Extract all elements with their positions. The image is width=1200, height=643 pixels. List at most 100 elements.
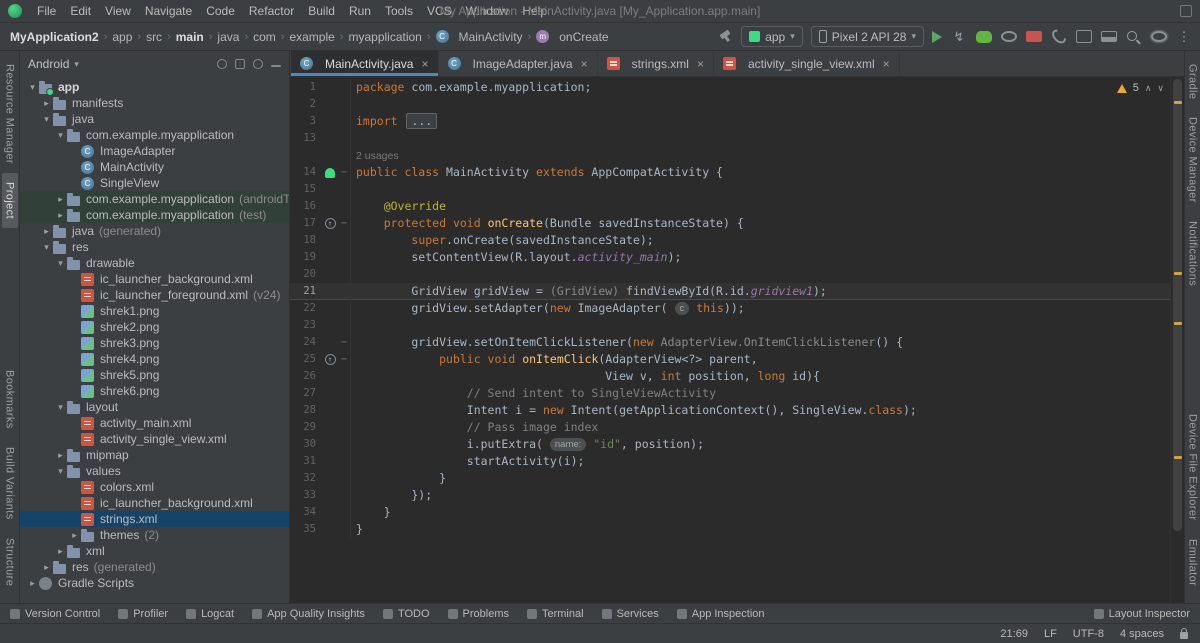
chevron-right-icon[interactable]: ▸	[40, 562, 53, 573]
tree-item-shrek2-png[interactable]: shrek2.png	[20, 319, 289, 335]
tree-item-activity-main-xml[interactable]: activity_main.xml	[20, 415, 289, 431]
tree-item-manifests[interactable]: ▸ manifests	[20, 95, 289, 111]
inspections-widget[interactable]: 5 ∧ ∨	[1116, 82, 1164, 94]
tool-stripe-build-variants[interactable]: Build Variants	[2, 438, 18, 529]
tool-stripe-gradle[interactable]: Gradle	[1185, 55, 1200, 108]
toolwindow-button-profiler[interactable]: Profiler	[118, 608, 168, 620]
menu-bar-right-icon[interactable]	[1180, 5, 1192, 17]
toolwindow-button-logcat[interactable]: Logcat	[186, 608, 234, 620]
breadcrumb-app[interactable]: app	[110, 29, 134, 45]
breadcrumb-mainactivity[interactable]: C MainActivity	[434, 29, 525, 45]
fold-marker[interactable]: −	[338, 164, 350, 181]
tree-item-java[interactable]: ▸ java (generated)	[20, 223, 289, 239]
chevron-down-icon[interactable]: ▾	[26, 82, 39, 93]
fold-marker[interactable]: −	[338, 215, 350, 232]
code-line[interactable]: 21 GridView gridView = (GridView) findVi…	[290, 283, 1170, 300]
close-tab-icon[interactable]: ×	[697, 57, 704, 71]
code-line[interactable]: 33 });	[290, 487, 1170, 504]
build-hammer-icon[interactable]	[718, 29, 733, 44]
breadcrumb-main[interactable]: main	[174, 29, 206, 45]
tree-item-res[interactable]: ▾ res	[20, 239, 289, 255]
toolwindow-button-layout-inspector[interactable]: Layout Inspector	[1093, 608, 1190, 620]
tab-imageadapter-java[interactable]: C ImageAdapter.java ×	[439, 51, 598, 76]
code-line[interactable]: 22 gridView.setAdapter(new ImageAdapter(…	[290, 300, 1170, 317]
chevron-down-icon[interactable]: ▾	[54, 258, 67, 269]
tree-item-colors-xml[interactable]: colors.xml	[20, 479, 289, 495]
close-tab-icon[interactable]: ×	[581, 57, 588, 71]
breadcrumb-example[interactable]: example	[287, 29, 336, 45]
tree-item-mipmap[interactable]: ▸ mipmap	[20, 447, 289, 463]
editor-scrollbar[interactable]	[1170, 77, 1184, 603]
menu-tools[interactable]: Tools	[378, 2, 420, 20]
chevron-down-icon[interactable]: ▾	[40, 114, 53, 125]
tool-stripe-emulator[interactable]: Emulator	[1185, 530, 1200, 595]
tree-item-res[interactable]: ▸ res (generated)	[20, 559, 289, 575]
chevron-right-icon[interactable]: ▸	[40, 98, 53, 109]
menu-code[interactable]: Code	[199, 2, 242, 20]
tab-mainactivity-java[interactable]: C MainActivity.java ×	[291, 51, 439, 76]
chevron-down-icon[interactable]: ▾	[54, 130, 67, 141]
code-line[interactable]: 35}	[290, 521, 1170, 538]
tab-activity-single-view-xml[interactable]: activity_single_view.xml ×	[714, 51, 900, 76]
device-dropdown[interactable]: Pixel 2 API 28 ▾	[810, 26, 924, 47]
stop-icon[interactable]	[1026, 31, 1042, 42]
fold-marker[interactable]: −	[338, 351, 350, 368]
menu-edit[interactable]: Edit	[63, 2, 98, 20]
code-line[interactable]: 13	[290, 130, 1170, 147]
tree-item-com-example-myapplication[interactable]: ▾ com.example.myapplication	[20, 127, 289, 143]
search-icon[interactable]	[1126, 30, 1142, 44]
chevron-right-icon[interactable]: ▸	[68, 530, 81, 541]
toolwindow-button-terminal[interactable]: Terminal	[526, 608, 584, 620]
tree-item-gradle-scripts[interactable]: ▸ Gradle Scripts	[20, 575, 289, 591]
toolwindow-button-todo[interactable]: TODO	[382, 608, 430, 620]
fold-marker[interactable]: −	[338, 334, 350, 351]
code-line[interactable]: 18 super.onCreate(savedInstanceState);	[290, 232, 1170, 249]
tree-item-drawable[interactable]: ▾ drawable	[20, 255, 289, 271]
tree-item-java[interactable]: ▾ java	[20, 111, 289, 127]
code-line[interactable]: 23	[290, 317, 1170, 334]
code-line[interactable]: 29 // Pass image index	[290, 419, 1170, 436]
code-line[interactable]: 14 − public class MainActivity extends App…	[290, 164, 1170, 181]
next-warning-chevron-icon[interactable]: ∨	[1157, 83, 1164, 94]
tree-item-app[interactable]: ▾ app	[20, 79, 289, 96]
chevron-down-icon[interactable]: ▾	[40, 242, 53, 253]
project-view-selector[interactable]: Android	[28, 57, 69, 71]
chevron-down-icon[interactable]: ▾	[54, 466, 67, 477]
tree-item-singleview[interactable]: C SingleView	[20, 175, 289, 191]
project-settings-gear-icon[interactable]	[253, 59, 263, 69]
code-line[interactable]: 25 ↑ − public void onItemClick(AdapterView…	[290, 351, 1170, 368]
chevron-right-icon[interactable]: ▸	[54, 450, 67, 461]
tree-item-layout[interactable]: ▾ layout	[20, 399, 289, 415]
chevron-down-icon[interactable]: ▾	[54, 402, 67, 413]
indent-style[interactable]: 4 spaces	[1120, 628, 1164, 640]
tool-stripe-project[interactable]: Project	[1, 172, 18, 228]
apply-changes-icon[interactable]: ↯	[951, 28, 967, 46]
menu-vcs[interactable]: VCS	[420, 2, 459, 20]
tool-stripe-notifications[interactable]: Notifications	[1185, 212, 1200, 295]
collapse-all-icon[interactable]	[235, 59, 245, 69]
chevron-right-icon[interactable]: ▸	[54, 210, 67, 221]
toolwindow-button-services[interactable]: Services	[601, 608, 659, 620]
warning-stripe-mark[interactable]	[1174, 321, 1182, 325]
tool-stripe-device-manager[interactable]: Device Manager	[1185, 108, 1200, 212]
run-app-gutter-icon[interactable]	[325, 167, 335, 178]
tab-strings-xml[interactable]: strings.xml ×	[598, 51, 714, 76]
code-line[interactable]: 28 Intent i = new Intent(getApplicationC…	[290, 402, 1170, 419]
tree-item-com-example-myapplication[interactable]: ▸ com.example.myapplication (test)	[20, 207, 289, 223]
menu-view[interactable]: View	[98, 2, 138, 20]
breadcrumb-myapplication[interactable]: myapplication	[346, 29, 423, 45]
code-line[interactable]: 26 View v, int position, long id){	[290, 368, 1170, 385]
tree-item-imageadapter[interactable]: C ImageAdapter	[20, 143, 289, 159]
tree-item-activity-single-view-xml[interactable]: activity_single_view.xml	[20, 431, 289, 447]
tree-item-values[interactable]: ▾ values	[20, 463, 289, 479]
file-encoding[interactable]: UTF-8	[1073, 628, 1104, 640]
tree-item-ic-launcher-background-xml[interactable]: ic_launcher_background.xml	[20, 271, 289, 287]
line-separator[interactable]: LF	[1044, 628, 1057, 640]
tree-item-shrek4-png[interactable]: shrek4.png	[20, 351, 289, 367]
code-line[interactable]: 2	[290, 96, 1170, 113]
close-tab-icon[interactable]: ×	[421, 57, 428, 71]
tree-item-com-example-myapplication[interactable]: ▸ com.example.myapplication (androidTest)	[20, 191, 289, 207]
breadcrumb-src[interactable]: src	[144, 29, 164, 45]
chevron-right-icon[interactable]: ▸	[54, 546, 67, 557]
code-line[interactable]: 24 − gridView.setOnItemClickListener(new …	[290, 334, 1170, 351]
